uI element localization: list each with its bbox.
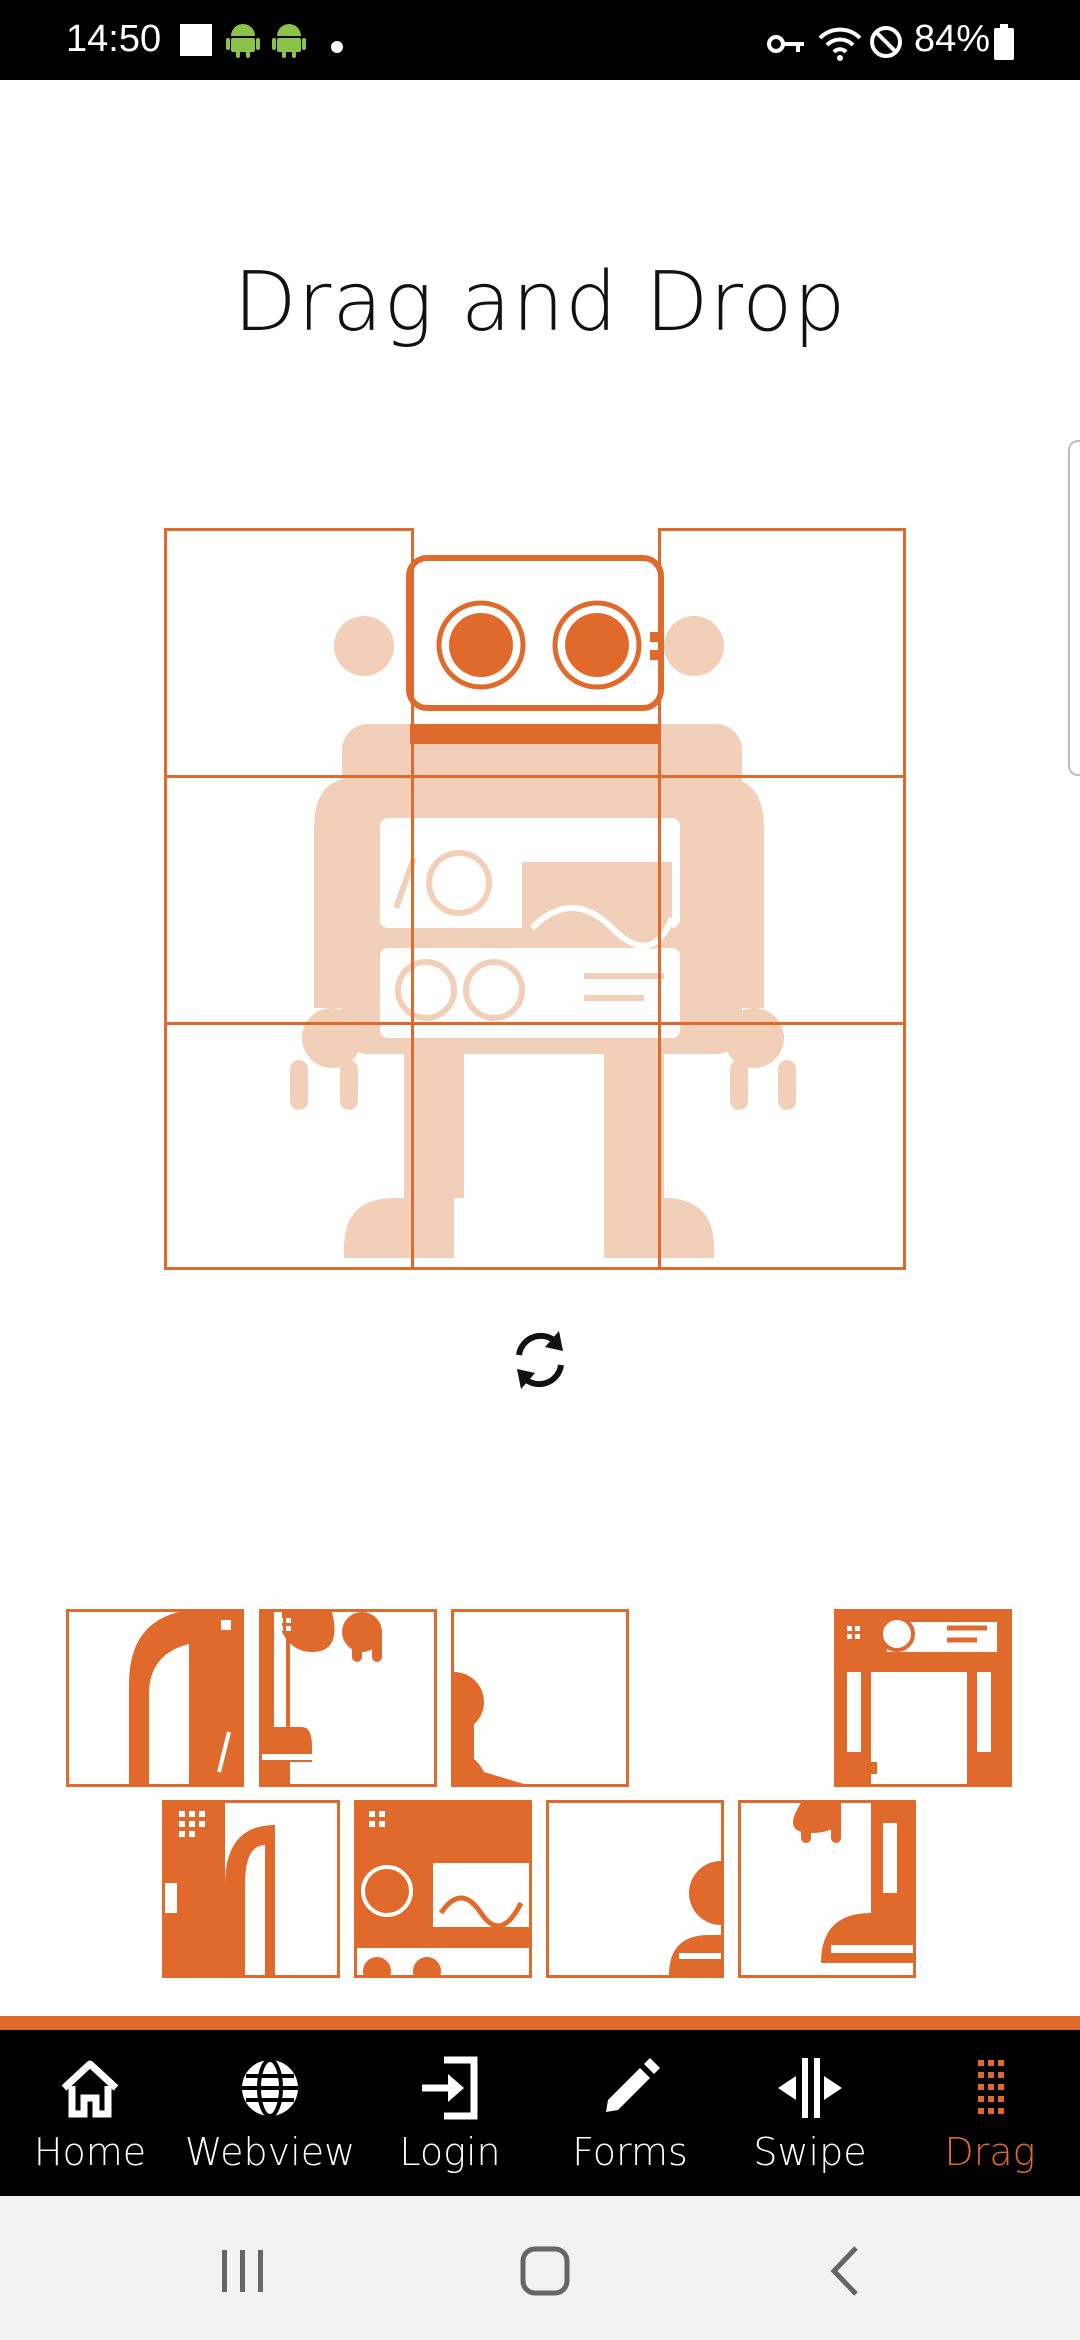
- nav-item-forms[interactable]: Forms: [540, 2030, 720, 2196]
- nav-item-home[interactable]: Home: [0, 2030, 180, 2196]
- robot-fragment: [793, 1803, 913, 1963]
- recent-apps-icon[interactable]: [208, 2236, 278, 2306]
- status-time: 14:50: [66, 18, 162, 60]
- pencil-icon: [606, 2058, 660, 2112]
- drop-slot[interactable]: [411, 528, 661, 778]
- drop-slot[interactable]: [164, 528, 414, 778]
- robot-fragment: [262, 1612, 382, 1784]
- status-bar: 14:50 84%: [0, 0, 1080, 80]
- android-icon: [272, 24, 306, 58]
- home-icon: [61, 2060, 119, 2118]
- drop-slot[interactable]: [658, 528, 906, 778]
- drop-slot[interactable]: [411, 1022, 661, 1270]
- robot-fragment: [837, 1612, 1009, 1784]
- drop-slot[interactable]: [658, 775, 906, 1025]
- nav-label-home: Home: [33, 2130, 147, 2174]
- puzzle-piece[interactable]: [162, 1800, 340, 1978]
- nav-item-swipe[interactable]: Swipe: [720, 2030, 900, 2196]
- puzzle-piece[interactable]: [451, 1609, 629, 1787]
- back-icon[interactable]: [812, 2236, 882, 2306]
- puzzle-piece[interactable]: [354, 1800, 532, 1978]
- do-not-disturb-icon: [870, 26, 902, 58]
- puzzle-piece[interactable]: [834, 1609, 1012, 1787]
- android-icon: [226, 24, 260, 58]
- puzzle-piece[interactable]: [259, 1609, 437, 1787]
- nav-label-login: Login: [399, 2130, 501, 2174]
- nav-item-drag[interactable]: Drag: [900, 2030, 1080, 2196]
- nav-accent-bar: [0, 2016, 1080, 2030]
- dot-icon: [331, 41, 343, 53]
- wifi-icon: [818, 27, 862, 61]
- puzzle-piece[interactable]: [66, 1609, 244, 1787]
- grid-dots-icon: [978, 2060, 1004, 2114]
- robot-fragment: [454, 1672, 524, 1784]
- page-title: Drag and Drop: [233, 255, 847, 350]
- image-icon: [180, 24, 212, 56]
- robot-fragment: [129, 1612, 241, 1784]
- battery-percent: 84%: [914, 18, 991, 60]
- robot-fragment: [669, 1861, 721, 1975]
- battery-icon: [994, 24, 1014, 60]
- nav-item-webview[interactable]: Webview: [180, 2030, 360, 2196]
- puzzle-piece[interactable]: [738, 1800, 916, 1978]
- puzzle-piece[interactable]: [546, 1800, 724, 1978]
- vpn-key-icon: [767, 35, 804, 53]
- drop-slot[interactable]: [164, 775, 414, 1025]
- globe-icon: [242, 2058, 298, 2118]
- drop-slot[interactable]: [164, 1022, 414, 1270]
- nav-label-forms: Forms: [572, 2130, 688, 2174]
- side-drawer-handle[interactable]: [1068, 440, 1080, 776]
- login-icon: [422, 2056, 478, 2120]
- nav-label-webview: Webview: [184, 2130, 356, 2174]
- puzzle-board: [164, 528, 906, 1270]
- refresh-icon[interactable]: [505, 1325, 575, 1395]
- home-button-icon[interactable]: [510, 2236, 580, 2306]
- nav-label-drag: Drag: [944, 2130, 1036, 2174]
- bottom-navigation: Home Webview Login Forms Swipe Drag: [0, 2030, 1080, 2196]
- drop-slot[interactable]: [411, 775, 661, 1025]
- robot-fragment: [357, 1803, 529, 1975]
- nav-item-login[interactable]: Login: [360, 2030, 540, 2196]
- robot-fragment: [165, 1803, 337, 1975]
- nav-label-swipe: Swipe: [753, 2130, 867, 2174]
- swipe-icon: [778, 2058, 842, 2118]
- drop-slot[interactable]: [658, 1022, 906, 1270]
- system-navigation-bar: [0, 2196, 1080, 2340]
